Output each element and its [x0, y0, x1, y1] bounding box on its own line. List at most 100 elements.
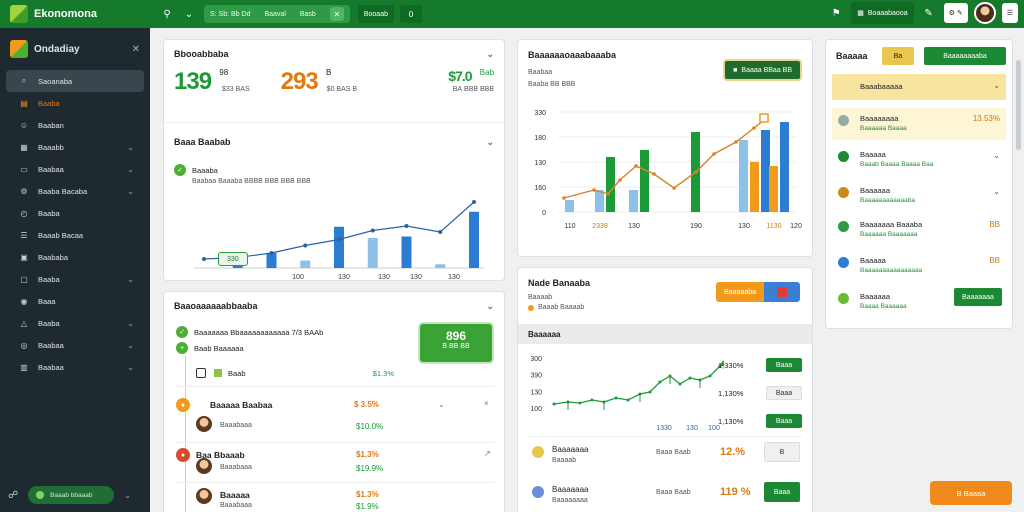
sidebar-item-12[interactable]: ◎ Baabaa ⌄: [6, 334, 144, 356]
chevron-down-icon: ⌄: [127, 164, 134, 174]
right-panel-item[interactable]: Baaaaa Baaaaaaaaaaaaaaaa BB: [832, 250, 1006, 282]
right-panel-item-title: Baaaaaaa Baaaba: [860, 220, 923, 229]
nodes-orange-button[interactable]: Baaaaaba: [716, 282, 800, 302]
grid-icon: ▦: [857, 10, 864, 17]
chevron-down-icon[interactable]: ⌄: [180, 5, 198, 23]
chevron-down-icon[interactable]: ⌄: [993, 187, 1000, 196]
nodes-bottom-row[interactable]: Baaaaaaa Baaaaaaaa Baaa Baab 119 % Baaa: [528, 480, 802, 512]
profile-button[interactable]: ☰: [1001, 3, 1018, 23]
activity-row-4-sub-label: Baaabaaa: [220, 502, 252, 509]
right-panel-item-sub: Baaaaaaaaaaaaba: [860, 197, 915, 204]
right-panel-item[interactable]: Baaaaaa Baaaa Baaaaaa Baaaaaaa: [832, 286, 1006, 318]
chevron-down-icon[interactable]: ⌄: [124, 491, 131, 500]
status-pill-label: Baaab bbaaab: [50, 491, 93, 499]
notification-icon[interactable]: ⚑: [827, 4, 845, 22]
right-panel-item[interactable]: Baaaaaaa Baaaba Baaaaaa Baaaaaaa BB: [832, 214, 1006, 246]
right-panel-header: Baaaaa Ba Baaaaaaaaba: [836, 46, 1006, 66]
comparison-x-tick: 120: [790, 223, 802, 230]
trend-x-tick: 130: [378, 274, 390, 280]
right-panel-item-title: Baaaaa: [860, 256, 886, 265]
right-panel-item[interactable]: Baaaaa Baaab Baaaa Baaaa Baa ⌄: [832, 144, 1006, 176]
nodes-bottom-value: 119 %: [720, 486, 751, 498]
sidebar-item-3[interactable]: ▦ Baaabb ⌄: [6, 136, 144, 158]
logo[interactable]: Ekonomona: [0, 0, 150, 28]
nodes-card: Nade Banaaba Baaaab Baaab Baaaab Baaaaab…: [518, 268, 812, 512]
nodes-bottom-mid: Baaa Baab: [656, 449, 691, 456]
lock-icon[interactable]: ☍: [8, 490, 18, 501]
sidebar-item-13[interactable]: ▥ Baabaa ⌄: [6, 356, 144, 378]
folder-icon: ▤: [20, 98, 28, 108]
nodes-bottom-button[interactable]: Baaa: [764, 482, 800, 502]
activity-row-4[interactable]: Baaaaa $1.3% Baaabaaa $1.9%: [174, 486, 494, 512]
search-icon: ⌕: [21, 76, 27, 85]
avatar: [196, 488, 212, 504]
search-icon[interactable]: ⚲: [158, 5, 176, 23]
nodes-bottom-button[interactable]: B: [764, 442, 800, 462]
activity-row-3[interactable]: ● Baa Bbaaab $1,3% ↗ Baaabaaa $19.9%: [174, 446, 494, 484]
nodes-point: [552, 402, 556, 406]
chevron-down-icon[interactable]: ⌄: [486, 137, 494, 148]
avatar[interactable]: [973, 2, 996, 24]
chevron-down-icon[interactable]: ⌄: [486, 301, 494, 312]
sidebar-item-label: Baaban: [38, 120, 64, 130]
nodes-bottom-row[interactable]: Baaaaaaa Baaaab Baaa Baab 12.% B: [528, 440, 802, 476]
right-panel-item-title: Baaaaa: [860, 150, 886, 159]
nodes-table-button[interactable]: Baaa: [766, 414, 802, 428]
trend-tag[interactable]: 330: [218, 252, 248, 266]
chevron-down-icon[interactable]: ⌄: [486, 49, 494, 60]
chevron-down-icon[interactable]: ⌄: [993, 151, 1000, 160]
sidebar-item-1[interactable]: ▤ Baaba: [6, 92, 144, 114]
filter-pill[interactable]: S: Sb: Bb Dd Baaval Basb ✕: [204, 5, 350, 23]
nodes-table-button[interactable]: Baaa: [766, 358, 802, 372]
filter-pill-label-1: S: Sb: Bb Dd: [210, 10, 251, 18]
status-pill[interactable]: Baaab bbaaab: [28, 486, 115, 504]
toolbar-count-button[interactable]: 0: [399, 5, 422, 23]
nodes-point: [678, 382, 682, 386]
trend-bar: [367, 238, 378, 268]
comparison-x-tick: 1130: [766, 223, 781, 230]
kpi-row: 139 98 $33 BAS 293 B $0 BAS B $7.0 Bab B…: [164, 68, 504, 103]
list-icon: ☰: [20, 230, 28, 240]
kpi-1: 139 98 $33 BAS: [174, 68, 281, 95]
comparison-bar: [640, 150, 649, 212]
right-panel-yellow-button[interactable]: Ba: [882, 47, 914, 65]
sidebar-item-0[interactable]: ⌕ Saoanaba: [6, 70, 144, 92]
right-panel-item-button[interactable]: Baaaaaaa: [954, 288, 1002, 306]
floating-action-button[interactable]: B Baaaa: [930, 481, 1012, 505]
comparison-button[interactable]: ■ Baaaa BBaa BB: [725, 61, 800, 79]
sidebar-item-label: Baabaa: [38, 340, 64, 350]
settings-button[interactable]: ⚙ ✎: [943, 3, 968, 23]
arrow-icon[interactable]: ↗: [484, 449, 491, 458]
sidebar-footer: ☍ Baaab bbaaab ⌄: [8, 486, 131, 504]
scrollbar[interactable]: [1016, 60, 1021, 150]
activity-row-2[interactable]: ● Baaaaa Baabaa $ 3.5% ⌄ × Baaabaaa $10.…: [174, 396, 494, 440]
right-panel-item[interactable]: Baaaaaa Baaaaaaaaaaaaba ⌄: [832, 180, 1006, 212]
right-panel-green-button[interactable]: Baaaaaaaaba: [924, 47, 1006, 65]
chevron-down-icon[interactable]: ⌄: [993, 81, 1000, 90]
activity-big-button[interactable]: 896 B BB BB: [420, 324, 492, 362]
right-panel-item[interactable]: Baaabaaaaa ⌄: [832, 74, 1006, 100]
sidebar-item-8[interactable]: ▣ Baababa: [6, 246, 144, 268]
sidebar-item-10[interactable]: ◉ Baaa: [6, 290, 144, 312]
sidebar-item-6[interactable]: ◴ Baaba: [6, 202, 144, 224]
sidebar-item-11[interactable]: △ Baaba ⌄: [6, 312, 144, 334]
sidebar-item-5[interactable]: ⚙ Baaba Bacaba ⌄: [6, 180, 144, 202]
account-button[interactable]: ▦ Boaaabaooa: [851, 2, 914, 24]
close-icon[interactable]: ×: [484, 399, 489, 408]
pencil-icon[interactable]: ✎: [920, 4, 938, 22]
right-panel-item[interactable]: Baaaaaaaa Baaaaaa Baaaa 13.53%: [832, 108, 1006, 140]
nodes-table-button[interactable]: Baaa: [766, 386, 802, 400]
close-icon[interactable]: ✕: [132, 44, 140, 55]
sidebar-item-2[interactable]: ☺ Baaban: [6, 114, 144, 136]
sidebar-item-4[interactable]: ▭ Baabaa ⌄: [6, 158, 144, 180]
activity-row-1[interactable]: Baab $1.3%: [196, 368, 394, 378]
close-icon[interactable]: ✕: [329, 7, 344, 21]
nodes-section-title: Baaaaaa: [528, 329, 561, 339]
nodes-table-row: 1,130% Baaa: [718, 410, 802, 432]
more-icon[interactable]: ⌄: [438, 400, 445, 409]
toolbar-button[interactable]: Booaab: [357, 5, 394, 23]
sidebar-item-7[interactable]: ☰ Baaab Bacaa: [6, 224, 144, 246]
nodes-table-row: 1,130% Baaa: [718, 382, 802, 404]
sidebar-item-9[interactable]: ▢ Baaba ⌄: [6, 268, 144, 290]
nodes-point: [708, 374, 712, 378]
